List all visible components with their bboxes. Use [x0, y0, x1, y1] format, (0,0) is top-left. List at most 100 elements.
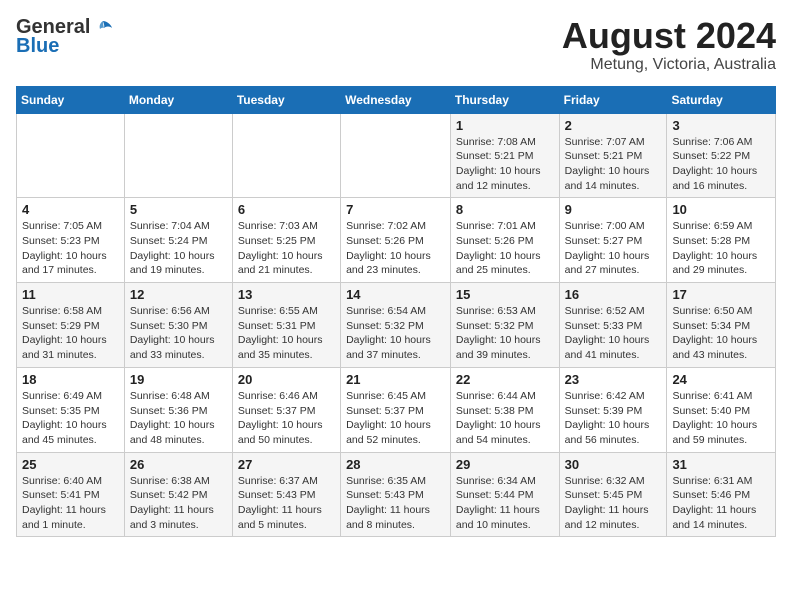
day-number: 26 [130, 457, 227, 472]
page-title: August 2024 [562, 16, 776, 56]
day-number: 22 [456, 372, 554, 387]
day-info: Sunrise: 7:04 AM Sunset: 5:24 PM Dayligh… [130, 219, 227, 278]
calendar-cell: 11 Sunrise: 6:58 AM Sunset: 5:29 PM Dayli… [17, 283, 125, 368]
calendar-cell: 4 Sunrise: 7:05 AM Sunset: 5:23 PM Daylig… [17, 198, 125, 283]
day-info: Sunrise: 7:03 AM Sunset: 5:25 PM Dayligh… [238, 219, 335, 278]
day-number: 15 [456, 287, 554, 302]
weekday-header-saturday: Saturday [667, 86, 776, 113]
day-number: 12 [130, 287, 227, 302]
calendar-cell: 30 Sunrise: 6:32 AM Sunset: 5:45 PM Dayli… [559, 452, 667, 537]
day-number: 19 [130, 372, 227, 387]
day-number: 29 [456, 457, 554, 472]
day-number: 17 [672, 287, 770, 302]
calendar-cell: 25Sunrise: 6:40 AM Sunset: 5:41 PM Dayli… [17, 452, 125, 537]
calendar-cell [124, 113, 232, 198]
calendar-cell [17, 113, 125, 198]
day-number: 4 [22, 202, 119, 217]
day-number: 28 [346, 457, 445, 472]
calendar-week-1: 1 Sunrise: 7:08 AM Sunset: 5:21 PM Daylig… [17, 113, 776, 198]
day-info: Sunrise: 6:49 AM Sunset: 5:35 PM Dayligh… [22, 389, 119, 448]
calendar-table: SundayMondayTuesdayWednesdayThursdayFrid… [16, 86, 776, 538]
day-info: Sunrise: 6:35 AM Sunset: 5:43 PM Dayligh… [346, 474, 445, 533]
day-info: Sunrise: 6:46 AM Sunset: 5:37 PM Dayligh… [238, 389, 335, 448]
calendar-cell: 29 Sunrise: 6:34 AM Sunset: 5:44 PM Dayli… [450, 452, 559, 537]
calendar-cell: 12 Sunrise: 6:56 AM Sunset: 5:30 PM Dayli… [124, 283, 232, 368]
logo: General Blue [16, 16, 114, 58]
calendar-cell: 22Sunrise: 6:44 AM Sunset: 5:38 PM Dayli… [450, 367, 559, 452]
title-block: August 2024 Metung, Victoria, Australia [562, 16, 776, 74]
calendar-cell: 26 Sunrise: 6:38 AM Sunset: 5:42 PM Dayli… [124, 452, 232, 537]
day-number: 9 [565, 202, 662, 217]
day-info: Sunrise: 6:53 AM Sunset: 5:32 PM Dayligh… [456, 304, 554, 363]
calendar-cell: 24Sunrise: 6:41 AM Sunset: 5:40 PM Dayli… [667, 367, 776, 452]
calendar-cell: 13Sunrise: 6:55 AM Sunset: 5:31 PM Dayli… [232, 283, 340, 368]
day-info: Sunrise: 6:56 AM Sunset: 5:30 PM Dayligh… [130, 304, 227, 363]
calendar-cell: 5Sunrise: 7:04 AM Sunset: 5:24 PM Daylig… [124, 198, 232, 283]
calendar-cell [232, 113, 340, 198]
calendar-cell: 1 Sunrise: 7:08 AM Sunset: 5:21 PM Daylig… [450, 113, 559, 198]
day-info: Sunrise: 6:34 AM Sunset: 5:44 PM Dayligh… [456, 474, 554, 533]
day-info: Sunrise: 6:38 AM Sunset: 5:42 PM Dayligh… [130, 474, 227, 533]
day-number: 11 [22, 287, 119, 302]
calendar-cell: 10 Sunrise: 6:59 AM Sunset: 5:28 PM Dayli… [667, 198, 776, 283]
weekday-header-tuesday: Tuesday [232, 86, 340, 113]
weekday-header-friday: Friday [559, 86, 667, 113]
calendar-cell [341, 113, 451, 198]
weekday-header-row: SundayMondayTuesdayWednesdayThursdayFrid… [17, 86, 776, 113]
calendar-week-3: 11 Sunrise: 6:58 AM Sunset: 5:29 PM Dayli… [17, 283, 776, 368]
day-info: Sunrise: 7:00 AM Sunset: 5:27 PM Dayligh… [565, 219, 662, 278]
day-info: Sunrise: 6:31 AM Sunset: 5:46 PM Dayligh… [672, 474, 770, 533]
weekday-header-wednesday: Wednesday [341, 86, 451, 113]
calendar-cell: 23 Sunrise: 6:42 AM Sunset: 5:39 PM Dayli… [559, 367, 667, 452]
calendar-cell: 17 Sunrise: 6:50 AM Sunset: 5:34 PM Dayli… [667, 283, 776, 368]
day-number: 30 [565, 457, 662, 472]
day-number: 10 [672, 202, 770, 217]
day-info: Sunrise: 7:08 AM Sunset: 5:21 PM Dayligh… [456, 135, 554, 194]
day-info: Sunrise: 6:48 AM Sunset: 5:36 PM Dayligh… [130, 389, 227, 448]
day-number: 24 [672, 372, 770, 387]
calendar-week-4: 18Sunrise: 6:49 AM Sunset: 5:35 PM Dayli… [17, 367, 776, 452]
day-number: 2 [565, 118, 662, 133]
day-info: Sunrise: 7:07 AM Sunset: 5:21 PM Dayligh… [565, 135, 662, 194]
day-info: Sunrise: 7:02 AM Sunset: 5:26 PM Dayligh… [346, 219, 445, 278]
day-number: 16 [565, 287, 662, 302]
day-info: Sunrise: 6:58 AM Sunset: 5:29 PM Dayligh… [22, 304, 119, 363]
day-info: Sunrise: 6:55 AM Sunset: 5:31 PM Dayligh… [238, 304, 335, 363]
calendar-cell: 6Sunrise: 7:03 AM Sunset: 5:25 PM Daylig… [232, 198, 340, 283]
calendar-cell: 21 Sunrise: 6:45 AM Sunset: 5:37 PM Dayli… [341, 367, 451, 452]
day-info: Sunrise: 6:32 AM Sunset: 5:45 PM Dayligh… [565, 474, 662, 533]
day-info: Sunrise: 6:59 AM Sunset: 5:28 PM Dayligh… [672, 219, 770, 278]
calendar-cell: 2 Sunrise: 7:07 AM Sunset: 5:21 PM Daylig… [559, 113, 667, 198]
calendar-cell: 27 Sunrise: 6:37 AM Sunset: 5:43 PM Dayli… [232, 452, 340, 537]
calendar-cell: 28 Sunrise: 6:35 AM Sunset: 5:43 PM Dayli… [341, 452, 451, 537]
day-number: 23 [565, 372, 662, 387]
day-number: 27 [238, 457, 335, 472]
day-number: 31 [672, 457, 770, 472]
day-number: 21 [346, 372, 445, 387]
calendar-body: 1 Sunrise: 7:08 AM Sunset: 5:21 PM Daylig… [17, 113, 776, 537]
day-info: Sunrise: 6:40 AM Sunset: 5:41 PM Dayligh… [22, 474, 119, 533]
calendar-cell: 15 Sunrise: 6:53 AM Sunset: 5:32 PM Dayli… [450, 283, 559, 368]
page-subtitle: Metung, Victoria, Australia [562, 56, 776, 74]
calendar-header: SundayMondayTuesdayWednesdayThursdayFrid… [17, 86, 776, 113]
calendar-week-5: 25Sunrise: 6:40 AM Sunset: 5:41 PM Dayli… [17, 452, 776, 537]
day-number: 20 [238, 372, 335, 387]
logo-text-blue: Blue [16, 35, 59, 58]
calendar-cell: 20 Sunrise: 6:46 AM Sunset: 5:37 PM Dayli… [232, 367, 340, 452]
day-number: 1 [456, 118, 554, 133]
day-info: Sunrise: 7:05 AM Sunset: 5:23 PM Dayligh… [22, 219, 119, 278]
day-info: Sunrise: 7:06 AM Sunset: 5:22 PM Dayligh… [672, 135, 770, 194]
day-info: Sunrise: 6:37 AM Sunset: 5:43 PM Dayligh… [238, 474, 335, 533]
calendar-cell: 19 Sunrise: 6:48 AM Sunset: 5:36 PM Dayli… [124, 367, 232, 452]
day-number: 8 [456, 202, 554, 217]
day-info: Sunrise: 6:50 AM Sunset: 5:34 PM Dayligh… [672, 304, 770, 363]
weekday-header-sunday: Sunday [17, 86, 125, 113]
calendar-cell: 8Sunrise: 7:01 AM Sunset: 5:26 PM Daylig… [450, 198, 559, 283]
calendar-cell: 9 Sunrise: 7:00 AM Sunset: 5:27 PM Daylig… [559, 198, 667, 283]
day-info: Sunrise: 6:45 AM Sunset: 5:37 PM Dayligh… [346, 389, 445, 448]
day-number: 7 [346, 202, 445, 217]
day-number: 14 [346, 287, 445, 302]
calendar-cell: 16Sunrise: 6:52 AM Sunset: 5:33 PM Dayli… [559, 283, 667, 368]
day-info: Sunrise: 6:54 AM Sunset: 5:32 PM Dayligh… [346, 304, 445, 363]
day-info: Sunrise: 6:42 AM Sunset: 5:39 PM Dayligh… [565, 389, 662, 448]
